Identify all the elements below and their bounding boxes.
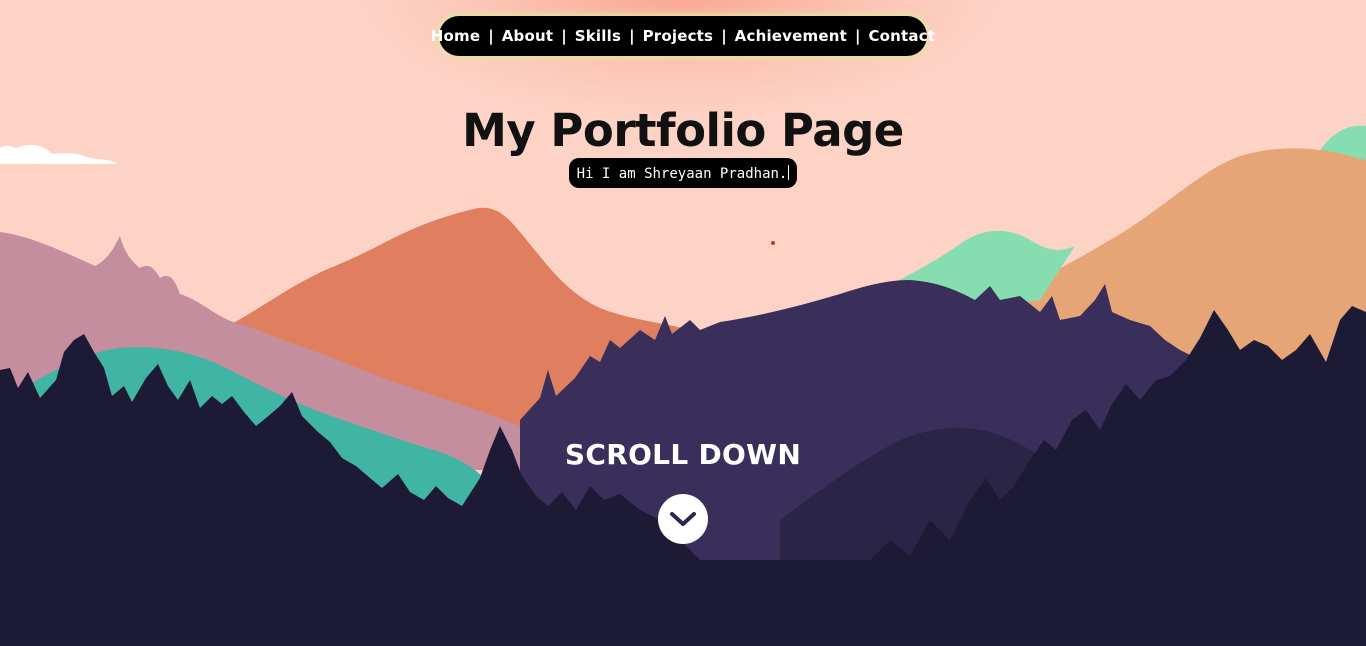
nav-separator: |	[561, 27, 567, 45]
nav-separator: |	[721, 27, 727, 45]
nav-separator: |	[629, 27, 635, 45]
chevron-down-icon	[670, 512, 696, 526]
top-navbar: Home | About | Skills | Projects | Achie…	[431, 16, 935, 56]
subtitle-text: Hi I am Shreyaan Pradhan.	[576, 166, 788, 182]
page-title: My Portfolio Page	[462, 104, 904, 157]
scroll-down-button[interactable]	[658, 494, 708, 544]
ground	[0, 560, 1366, 646]
nav-item-achievement[interactable]: Achievement	[735, 27, 847, 45]
nav-separator: |	[854, 27, 861, 45]
nav-item-skills[interactable]: Skills	[575, 27, 621, 45]
text-cursor	[788, 165, 790, 180]
scroll-down-label: SCROLL DOWN	[564, 438, 802, 471]
nav-separator: |	[488, 27, 494, 45]
red-dot	[771, 241, 775, 245]
mountain-landscape-illustration	[0, 125, 1366, 646]
typing-subtitle: Hi I am Shreyaan Pradhan.	[568, 158, 798, 188]
subtitle-container: Hi I am Shreyaan Pradhan.	[0, 158, 1366, 188]
nav-item-projects[interactable]: Projects	[643, 27, 714, 45]
nav-item-contact[interactable]: Contact	[868, 27, 935, 45]
nav-item-about[interactable]: About	[502, 27, 554, 45]
nav-item-home[interactable]: Home	[431, 27, 480, 45]
